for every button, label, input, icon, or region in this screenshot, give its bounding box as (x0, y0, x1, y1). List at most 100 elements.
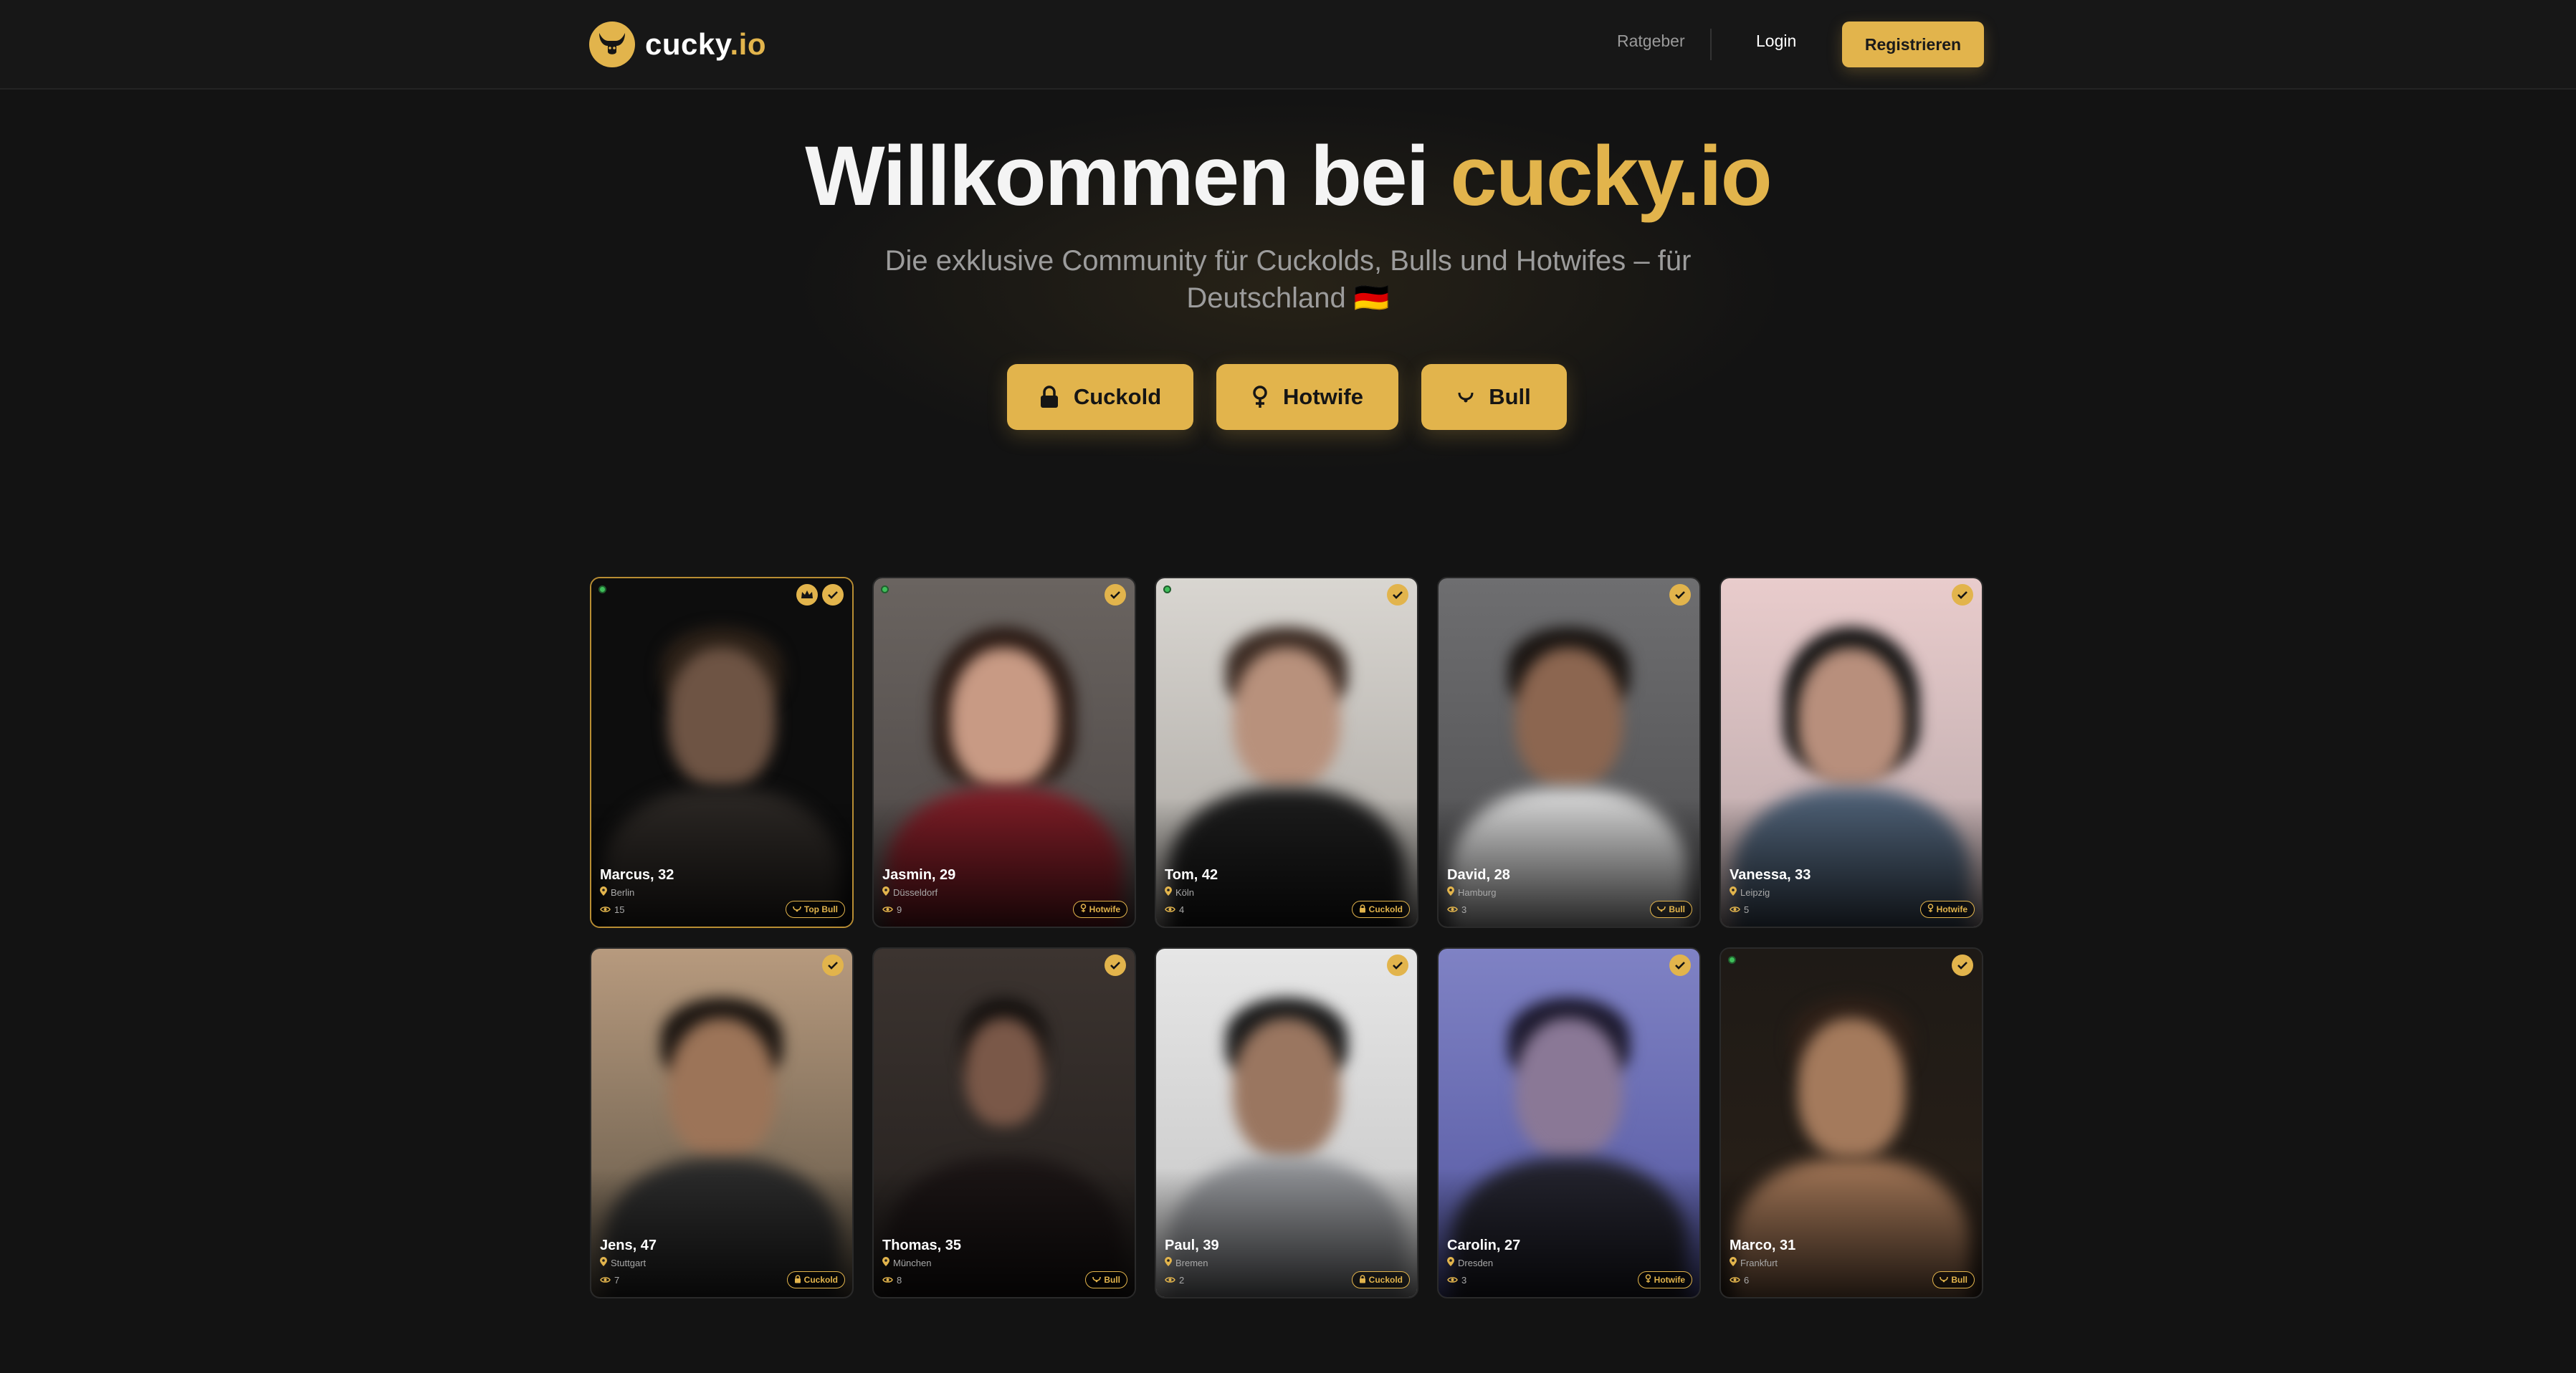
location-pin-icon (882, 886, 889, 898)
role-badge-label: Bull (1669, 904, 1685, 914)
logo[interactable]: cucky.io (589, 20, 766, 69)
profile-name: Tom, 42 (1165, 867, 1218, 883)
verified-check-icon (1952, 955, 1973, 976)
profile-card[interactable]: Jens, 47 Stuttgart 7 Cuckold (590, 947, 854, 1298)
crown-icon (796, 584, 818, 606)
location-pin-icon (1730, 886, 1737, 898)
role-badge: Cuckold (1351, 901, 1410, 918)
role-badge-label: Top Bull (803, 904, 838, 914)
bull-icon (1657, 904, 1666, 914)
profile-name: Jasmin, 29 (882, 867, 956, 883)
profile-city: Bremen (1165, 1257, 1208, 1268)
hotwife-button[interactable]: Hotwife (1216, 364, 1398, 430)
role-badge-label: Cuckold (1368, 1275, 1403, 1285)
profile-city: Hamburg (1447, 886, 1496, 898)
eye-icon (1447, 904, 1458, 915)
cuckold-button[interactable]: Cuckold (1007, 364, 1193, 430)
role-badge-label: Cuckold (803, 1275, 838, 1285)
lock-icon (794, 1274, 801, 1286)
profile-views-count: 3 (1461, 1275, 1467, 1286)
role-badge: Bull (1932, 1271, 1975, 1288)
role-badge-label: Bull (1951, 1275, 1967, 1285)
profile-city-label: Köln (1175, 886, 1195, 898)
bull-button[interactable]: Bull (1421, 364, 1567, 430)
profile-card[interactable]: Jasmin, 29 Düsseldorf 9 Hotwife (872, 577, 1136, 928)
bull-icon (793, 904, 801, 914)
verified-check-icon (822, 584, 844, 606)
profile-card[interactable]: Carolin, 27 Dresden 3 Hotwife (1437, 947, 1701, 1298)
role-badge-label: Hotwife (1654, 1275, 1685, 1285)
profile-card[interactable]: Marcus, 32 Berlin 15 Top Bull (590, 577, 854, 928)
profile-city: Düsseldorf (882, 886, 938, 898)
profile-card[interactable]: Thomas, 35 München 8 Bull (872, 947, 1136, 1298)
venus-icon (1645, 1274, 1651, 1286)
profile-views-count: 15 (614, 904, 625, 915)
eye-icon (1730, 1275, 1740, 1286)
hero-subtitle: Die exklusive Community für Cuckolds, Bu… (860, 242, 1716, 317)
bull-button-label: Bull (1489, 384, 1531, 409)
profile-city: Köln (1165, 886, 1194, 898)
profile-views-count: 8 (897, 1275, 902, 1286)
register-button[interactable]: Registrieren (1842, 21, 1984, 67)
profile-card[interactable]: Marco, 31 Frankfurt 6 Bull (1719, 947, 1983, 1298)
eye-icon (1165, 1275, 1175, 1286)
lock-icon (1359, 1274, 1366, 1286)
verified-check-icon (1669, 584, 1691, 606)
profile-city-label: Leipzig (1740, 886, 1770, 898)
profile-card[interactable]: Vanessa, 33 Leipzig 5 Hotwife (1719, 577, 1983, 928)
profile-views: 4 (1165, 904, 1184, 915)
login-link[interactable]: Login (1756, 32, 1796, 51)
role-badge: Hotwife (1637, 1271, 1692, 1288)
role-badge: Cuckold (1351, 1271, 1410, 1288)
profile-views-count: 4 (1179, 904, 1185, 915)
profile-views-count: 6 (1744, 1275, 1750, 1286)
profile-city-label: Stuttgart (611, 1257, 647, 1268)
profile-views-count: 2 (1179, 1275, 1185, 1286)
logo-brand: cucky (645, 27, 730, 61)
nav-link-ratgeber[interactable]: Ratgeber (1617, 32, 1685, 51)
eye-icon (1165, 904, 1175, 915)
profile-city: Leipzig (1730, 886, 1770, 898)
verified-check-icon (1669, 955, 1691, 976)
verified-check-icon (1387, 955, 1408, 976)
lock-icon (1359, 904, 1366, 915)
role-badge: Hotwife (1072, 901, 1127, 918)
online-indicator (1163, 585, 1171, 593)
location-pin-icon (1730, 1257, 1737, 1268)
location-pin-icon (1447, 886, 1454, 898)
hero-title: Willkommen bei cucky.io (0, 128, 2576, 225)
eye-icon (1447, 1275, 1458, 1286)
hero-title-accent: cucky.io (1450, 129, 1772, 224)
profile-views: 6 (1730, 1275, 1749, 1286)
role-badge: Cuckold (786, 1271, 845, 1288)
location-pin-icon (600, 886, 607, 898)
profile-card[interactable]: Paul, 39 Bremen 2 Cuckold (1155, 947, 1418, 1298)
verified-check-icon (1105, 584, 1126, 606)
profile-card[interactable]: David, 28 Hamburg 3 Bull (1437, 577, 1701, 928)
profile-name: Carolin, 27 (1447, 1238, 1521, 1253)
profile-views: 5 (1730, 904, 1749, 915)
bull-horns-logo-icon (589, 21, 635, 67)
role-badge: Hotwife (1919, 901, 1975, 918)
profile-name: David, 28 (1447, 867, 1510, 883)
profile-name: Vanessa, 33 (1730, 867, 1811, 883)
role-badge: Bull (1085, 1271, 1127, 1288)
profile-name: Jens, 47 (600, 1238, 657, 1253)
profile-city-label: Hamburg (1458, 886, 1497, 898)
verified-check-icon (822, 955, 844, 976)
role-badge: Bull (1650, 901, 1692, 918)
profile-city: München (882, 1257, 931, 1268)
profile-city-label: Dresden (1458, 1257, 1494, 1268)
profile-card[interactable]: Tom, 42 Köln 4 Cuckold (1155, 577, 1418, 928)
bull-icon (1940, 1275, 1949, 1285)
online-indicator (881, 585, 889, 593)
bull-icon (1457, 390, 1474, 404)
online-indicator (598, 585, 606, 593)
profile-city-label: Berlin (611, 886, 635, 898)
location-pin-icon (600, 1257, 607, 1268)
profile-views-count: 7 (614, 1275, 620, 1286)
role-badge-label: Hotwife (1936, 904, 1967, 914)
hero-title-prefix: Willkommen bei (805, 129, 1429, 224)
profile-city: Frankfurt (1730, 1257, 1778, 1268)
profile-views-count: 5 (1744, 904, 1750, 915)
